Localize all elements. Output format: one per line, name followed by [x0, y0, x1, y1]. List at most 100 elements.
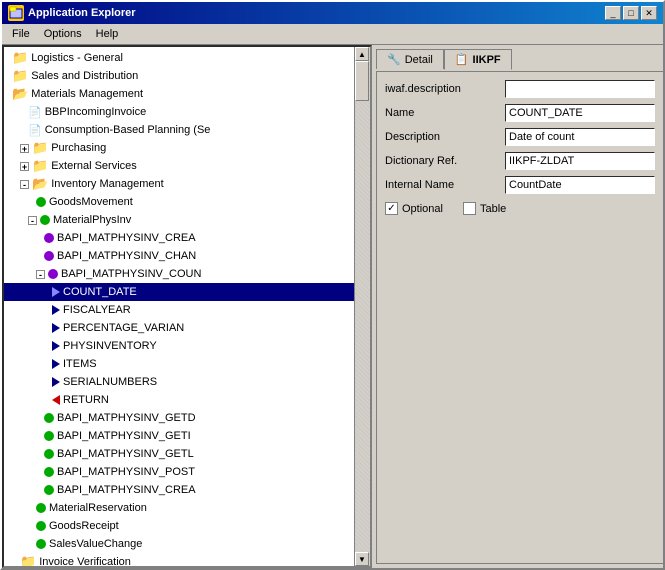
tree-item-bapi-post[interactable]: BAPI_MATPHYSINV_POST — [4, 463, 354, 481]
tree-item-percentage[interactable]: PERCENTAGE_VARIAN — [4, 319, 354, 337]
application-window: Application Explorer _ □ ✕ File Options … — [0, 0, 665, 570]
form-input-description[interactable] — [505, 80, 655, 98]
tree-label: Purchasing — [51, 142, 106, 154]
tree-item-consumption[interactable]: 📄 Consumption-Based Planning (Se — [4, 121, 354, 139]
page-icon: 📄 — [28, 124, 42, 137]
green-dot-icon — [44, 485, 54, 495]
tree-item-bapi-getd[interactable]: BAPI_MATPHYSINV_GETD — [4, 409, 354, 427]
expand-icon[interactable]: - — [36, 270, 45, 279]
tree-item-material-phys-inv[interactable]: - MaterialPhysInv — [4, 211, 354, 229]
tree-item-phys-inventory[interactable]: PHYSINVENTORY — [4, 337, 354, 355]
checkbox-row: Optional Table — [385, 202, 655, 215]
tree-item-sales-distribution[interactable]: 📁 Sales and Distribution — [4, 67, 354, 85]
tree-item-sales-value-change[interactable]: SalesValueChange — [4, 535, 354, 553]
tab-iikpf[interactable]: 📋 IIKPF — [444, 49, 512, 70]
tree-item-bapi-change[interactable]: BAPI_MATPHYSINV_CHAN — [4, 247, 354, 265]
tree-item-invoice-verification[interactable]: 📁 Invoice Verification — [4, 553, 354, 566]
tree-item-material-reservation[interactable]: MaterialReservation — [4, 499, 354, 517]
tree-item-serial-numbers[interactable]: SERIALNUMBERS — [4, 373, 354, 391]
tree-label: ITEMS — [63, 358, 97, 370]
folder-icon: 📁 — [32, 158, 48, 174]
tree-item-return[interactable]: RETURN — [4, 391, 354, 409]
green-dot-icon — [36, 539, 46, 549]
tree-scrollbar[interactable]: ▲ ▼ — [354, 47, 370, 566]
tree-item-bapi-coun[interactable]: - BAPI_MATPHYSINV_COUN — [4, 265, 354, 283]
green-dot-icon — [44, 431, 54, 441]
green-dot-icon — [36, 503, 46, 513]
purple-dot-icon — [48, 269, 58, 279]
form-input-desc[interactable] — [505, 128, 655, 146]
form-row-dict-ref: Dictionary Ref. — [385, 152, 655, 170]
triangle-left-icon — [52, 395, 60, 405]
iikpf-tab-icon: 📋 — [455, 53, 469, 66]
tree-label: SalesValueChange — [49, 538, 142, 550]
tree-label: Invoice Verification — [39, 556, 131, 566]
tree-item-count-date[interactable]: COUNT_DATE — [4, 283, 354, 301]
checkbox-table[interactable]: Table — [463, 202, 506, 215]
tree-item-materials-mgmt[interactable]: 📂 Materials Management — [4, 85, 354, 103]
menu-options[interactable]: Options — [38, 26, 88, 42]
tree-label: FISCALYEAR — [63, 304, 131, 316]
menu-help[interactable]: Help — [90, 26, 125, 42]
tree-item-bapi-crea2[interactable]: BAPI_MATPHYSINV_CREA — [4, 481, 354, 499]
minimize-button[interactable]: _ — [605, 6, 621, 20]
tree-item-logistics-general[interactable]: 📁 Logistics - General — [4, 49, 354, 67]
tree-item-external-services[interactable]: + 📁 External Services — [4, 157, 354, 175]
iikpf-tab-label: IIKPF — [473, 54, 501, 66]
tree-label: Logistics - General — [31, 52, 123, 64]
tree-item-bapi-geti[interactable]: BAPI_MATPHYSINV_GETI — [4, 427, 354, 445]
scroll-thumb[interactable] — [355, 61, 369, 101]
purple-dot-icon — [44, 251, 54, 261]
close-button[interactable]: ✕ — [641, 6, 657, 20]
form-input-name[interactable] — [505, 104, 655, 122]
tree-scroll-area[interactable]: 📁 Logistics - General 📁 Sales and Distri… — [4, 47, 354, 566]
tree-item-fiscal-year[interactable]: FISCALYEAR — [4, 301, 354, 319]
tree-label: BAPI_MATPHYSINV_GETI — [57, 430, 191, 442]
optional-checkbox[interactable] — [385, 202, 398, 215]
tree-label: BAPI_MATPHYSINV_GETD — [57, 412, 196, 424]
menu-file[interactable]: File — [6, 26, 36, 42]
tree-label: BBPIncomingInvoice — [45, 106, 147, 118]
form-label-description: iwaf.description — [385, 83, 505, 95]
form-label-desc: Description — [385, 131, 505, 143]
tree-item-items[interactable]: ITEMS — [4, 355, 354, 373]
tree-item-goods-receipt[interactable]: GoodsReceipt — [4, 517, 354, 535]
menu-bar: File Options Help — [2, 24, 663, 45]
scroll-down-button[interactable]: ▼ — [355, 552, 369, 566]
scroll-track[interactable] — [355, 61, 370, 552]
scroll-up-button[interactable]: ▲ — [355, 47, 369, 61]
table-checkbox[interactable] — [463, 202, 476, 215]
checkbox-optional[interactable]: Optional — [385, 202, 443, 215]
tree-label: BAPI_MATPHYSINV_CHAN — [57, 250, 196, 262]
detail-tab-label: Detail — [405, 54, 433, 66]
form-row-name: Name — [385, 104, 655, 122]
tree-item-bapi-getl[interactable]: BAPI_MATPHYSINV_GETL — [4, 445, 354, 463]
green-dot-icon — [36, 197, 46, 207]
form-row-desc: Description — [385, 128, 655, 146]
expand-icon[interactable]: - — [20, 180, 29, 189]
expand-icon[interactable]: - — [28, 216, 37, 225]
tree-item-inventory-mgmt[interactable]: - 📂 Inventory Management — [4, 175, 354, 193]
tree-item-bbp[interactable]: 📄 BBPIncomingInvoice — [4, 103, 354, 121]
tree-label: PERCENTAGE_VARIAN — [63, 322, 184, 334]
tree-item-bapi-create[interactable]: BAPI_MATPHYSINV_CREA — [4, 229, 354, 247]
form-input-internal-name[interactable] — [505, 176, 655, 194]
expand-icon[interactable]: + — [20, 162, 29, 171]
folder-icon: 📁 — [12, 68, 28, 84]
tree-item-purchasing[interactable]: + 📁 Purchasing — [4, 139, 354, 157]
folder-icon: 📁 — [12, 50, 28, 66]
folder-icon: 📁 — [20, 554, 36, 566]
tree-item-goods-movement[interactable]: GoodsMovement — [4, 193, 354, 211]
maximize-button[interactable]: □ — [623, 6, 639, 20]
expand-icon[interactable]: + — [20, 144, 29, 153]
tree-label: Inventory Management — [51, 178, 164, 190]
tab-detail[interactable]: 🔧 Detail — [376, 49, 444, 69]
detail-content-area: iwaf.description Name Description Dictio… — [376, 71, 663, 564]
green-dot-icon — [44, 449, 54, 459]
form-input-dict-ref[interactable] — [505, 152, 655, 170]
table-label: Table — [480, 203, 506, 215]
triangle-right-icon — [52, 377, 60, 387]
triangle-right-icon — [52, 359, 60, 369]
triangle-right-icon — [52, 287, 60, 297]
folder-icon: 📁 — [32, 140, 48, 156]
